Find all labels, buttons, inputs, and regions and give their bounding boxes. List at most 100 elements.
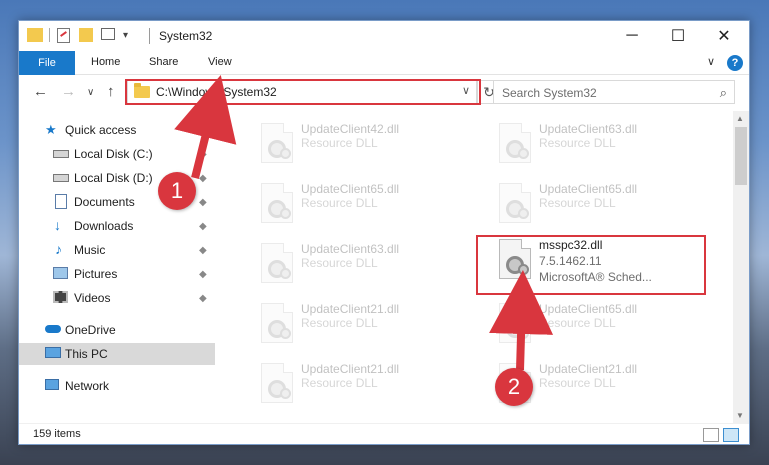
- videos-icon: [53, 291, 68, 303]
- nav-downloads[interactable]: ↓ Downloads ◆: [19, 215, 215, 237]
- close-button[interactable]: ✕: [701, 21, 747, 51]
- back-button[interactable]: ←: [33, 83, 48, 100]
- dll-file-icon: [261, 363, 293, 403]
- nav-local-disk-c[interactable]: Local Disk (C:) ◆: [19, 143, 215, 165]
- file-description: Resource DLL: [539, 136, 616, 150]
- tab-home[interactable]: Home: [91, 56, 120, 68]
- dll-file-icon: [261, 183, 293, 223]
- item-count: 159 items: [33, 428, 81, 440]
- file-description: Resource DLL: [301, 376, 378, 390]
- nav-videos[interactable]: Videos ◆: [19, 287, 215, 309]
- file-tile[interactable]: UpdateClient21.dll Resource DLL: [257, 299, 487, 347]
- customize-toolbar-icon[interactable]: ▾: [123, 30, 128, 41]
- dll-file-icon: [261, 243, 293, 283]
- file-tile[interactable]: UpdateClient65.dll Resource DLL: [495, 179, 725, 227]
- pin-icon: ◆: [199, 292, 207, 304]
- nav-label: Quick access: [65, 123, 137, 137]
- nav-label: Local Disk (D:): [74, 171, 153, 185]
- nav-label: This PC: [65, 347, 108, 361]
- search-input[interactable]: Search System32 ⌕: [493, 80, 735, 104]
- nav-label: Downloads: [74, 219, 134, 233]
- nav-music[interactable]: ♪ Music ◆: [19, 239, 215, 261]
- recent-locations-button[interactable]: ∨: [87, 87, 94, 98]
- file-name: UpdateClient63.dll: [539, 122, 638, 136]
- folder-icon: [27, 28, 43, 42]
- help-icon[interactable]: ?: [727, 55, 743, 71]
- ribbon-tabs: File Home Share View ∨ ?: [19, 51, 749, 75]
- title-bar: ▾ System32 ─ ☐ ✕: [19, 21, 749, 51]
- view-options-icon[interactable]: [101, 28, 115, 40]
- address-highlight-box: [125, 79, 481, 105]
- nav-label: Documents: [74, 195, 135, 209]
- file-tile[interactable]: UpdateClient65.dll Resource DLL: [257, 179, 487, 227]
- vertical-scrollbar[interactable]: ▲ ▼: [733, 111, 749, 423]
- file-tile[interactable]: UpdateClient42.dll Resource DLL: [257, 119, 487, 167]
- nav-this-pc[interactable]: This PC: [19, 343, 215, 365]
- file-name: UpdateClient21.dll: [301, 362, 400, 376]
- title-separator: [149, 28, 150, 44]
- forward-button[interactable]: →: [61, 83, 76, 100]
- callout-2: 2: [495, 368, 533, 406]
- file-description: Resource DLL: [301, 256, 378, 270]
- music-icon: ♪: [55, 241, 62, 257]
- nav-pictures[interactable]: Pictures ◆: [19, 263, 215, 285]
- tab-share[interactable]: Share: [149, 56, 178, 68]
- tiles-view-icon[interactable]: [723, 428, 739, 442]
- computer-icon: [45, 347, 61, 358]
- star-icon: ★: [45, 122, 57, 137]
- file-description: Resource DLL: [301, 196, 378, 210]
- dll-file-icon: [261, 303, 293, 343]
- file-tile[interactable]: UpdateClient21.dll Resource DLL: [257, 359, 487, 407]
- file-name: UpdateClient42.dll: [301, 122, 400, 136]
- new-folder-icon[interactable]: [79, 28, 93, 42]
- file-description: Resource DLL: [539, 196, 616, 210]
- callout-1: 1: [158, 172, 196, 210]
- window-title: System32: [159, 29, 213, 43]
- file-description: Resource DLL: [539, 376, 616, 390]
- network-icon: [45, 379, 59, 390]
- nav-network[interactable]: Network: [19, 375, 215, 397]
- properties-icon[interactable]: [57, 28, 70, 43]
- scroll-down-icon[interactable]: ▼: [736, 411, 744, 420]
- pin-icon: ◆: [199, 220, 207, 232]
- maximize-button[interactable]: ☐: [655, 21, 701, 51]
- scroll-thumb[interactable]: [735, 127, 747, 185]
- pin-icon: ◆: [199, 268, 207, 280]
- file-name: UpdateClient21.dll: [539, 362, 638, 376]
- file-tile[interactable]: UpdateClient63.dll Resource DLL: [495, 119, 725, 167]
- file-name: UpdateClient63.dll: [301, 242, 400, 256]
- tab-view[interactable]: View: [208, 56, 232, 68]
- up-button[interactable]: ↑: [107, 83, 115, 100]
- pin-icon: ◆: [199, 148, 207, 160]
- dll-file-icon: [499, 183, 531, 223]
- tab-file[interactable]: File: [19, 51, 75, 75]
- nav-onedrive[interactable]: OneDrive: [19, 319, 215, 341]
- downloads-icon: ↓: [54, 217, 61, 233]
- file-description: Resource DLL: [539, 316, 616, 330]
- drive-icon: [53, 150, 69, 158]
- minimize-button[interactable]: ─: [609, 21, 655, 51]
- nav-quick-access[interactable]: ★ Quick access: [19, 119, 215, 141]
- expand-ribbon-icon[interactable]: ∨: [707, 55, 715, 68]
- documents-icon: [55, 194, 67, 209]
- pin-icon: ◆: [199, 244, 207, 256]
- file-description: Resource DLL: [301, 136, 378, 150]
- title-divider: [49, 28, 50, 42]
- file-tile[interactable]: UpdateClient65.dll Resource DLL: [495, 299, 725, 347]
- navigation-pane: ★ Quick access Local Disk (C:) ◆ Local D…: [19, 111, 215, 423]
- nav-label: Videos: [74, 291, 111, 305]
- pin-icon: ◆: [199, 196, 207, 208]
- scroll-up-icon[interactable]: ▲: [736, 114, 744, 123]
- desktop-background-right: [749, 0, 769, 465]
- search-placeholder: Search System32: [502, 86, 597, 100]
- status-bar: 159 items: [19, 423, 749, 444]
- dll-file-icon: [499, 123, 531, 163]
- pin-icon: ◆: [199, 172, 207, 184]
- file-name: UpdateClient65.dll: [539, 182, 638, 196]
- file-name: UpdateClient21.dll: [301, 302, 400, 316]
- file-name: UpdateClient65.dll: [539, 302, 638, 316]
- file-tile[interactable]: UpdateClient63.dll Resource DLL: [257, 239, 487, 287]
- nav-label: Music: [74, 243, 106, 257]
- search-icon[interactable]: ⌕: [720, 85, 727, 101]
- details-view-icon[interactable]: [703, 428, 719, 442]
